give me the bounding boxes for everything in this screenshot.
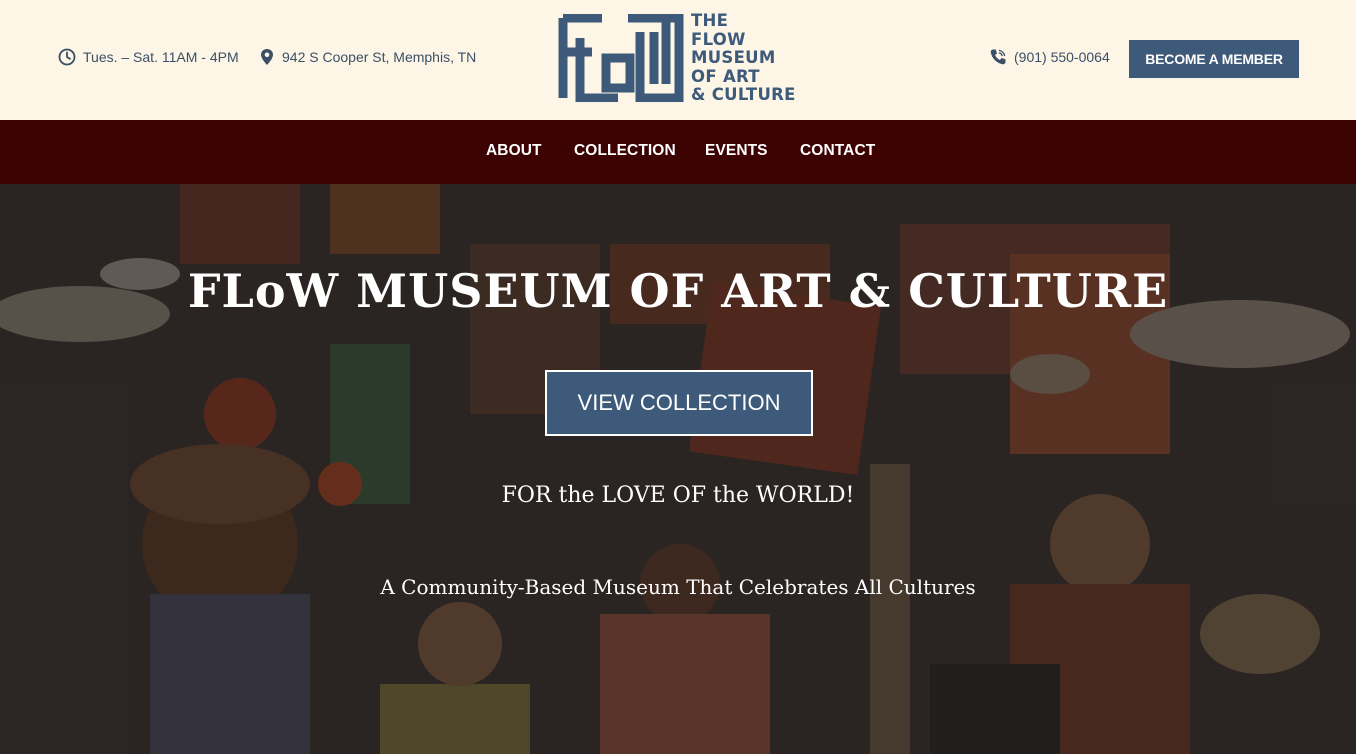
logo-line: & CULTURE [691, 85, 796, 105]
site-header: Tues. – Sat. 11AM - 4PM 942 S Cooper St,… [0, 0, 1356, 120]
view-collection-button[interactable]: VIEW COLLECTION [545, 370, 813, 436]
address-info[interactable]: 942 S Cooper St, Memphis, TN [259, 48, 476, 66]
main-nav: ABOUT COLLECTION EVENTS CONTACT [0, 120, 1356, 184]
phone-icon [990, 49, 1006, 65]
phone-number[interactable]: (901) 550-0064 [1014, 49, 1110, 65]
nav-item-collection[interactable]: COLLECTION [574, 142, 676, 160]
logo-line: MUSEUM [691, 48, 776, 68]
logo-line: THE [691, 11, 729, 30]
hero-subtitle: A Community-Based Museum That Celebrates… [380, 575, 976, 599]
hero-tagline: FOR the LOVE OF the WORLD! [501, 483, 855, 508]
logo-text: THE FLOW MUSEUM OF ART & CULTURE [691, 11, 796, 105]
hours-info: Tues. – Sat. 11AM - 4PM [58, 48, 239, 66]
museum-logo[interactable]: THE FLOW MUSEUM OF ART & CULTURE [558, 11, 803, 105]
become-member-button[interactable]: BECOME A MEMBER [1129, 40, 1299, 78]
hours-text: Tues. – Sat. 11AM - 4PM [83, 49, 239, 65]
nav-item-about[interactable]: ABOUT [486, 142, 542, 160]
address-text[interactable]: 942 S Cooper St, Memphis, TN [282, 49, 476, 65]
map-pin-icon [261, 49, 273, 65]
hero-section: FLoW MUSEUM OF ART & CULTURE VIEW COLLEC… [0, 184, 1356, 754]
nav-item-contact[interactable]: CONTACT [800, 142, 875, 160]
phone-info[interactable]: (901) 550-0064 [989, 48, 1110, 66]
logo-line: OF ART [691, 66, 760, 86]
hero-title: FLoW MUSEUM OF ART & CULTURE [187, 264, 1169, 318]
flow-logo-mark [558, 14, 684, 102]
nav-item-events[interactable]: EVENTS [705, 142, 768, 160]
clock-icon [58, 48, 76, 66]
logo-line: FLOW [691, 29, 746, 49]
